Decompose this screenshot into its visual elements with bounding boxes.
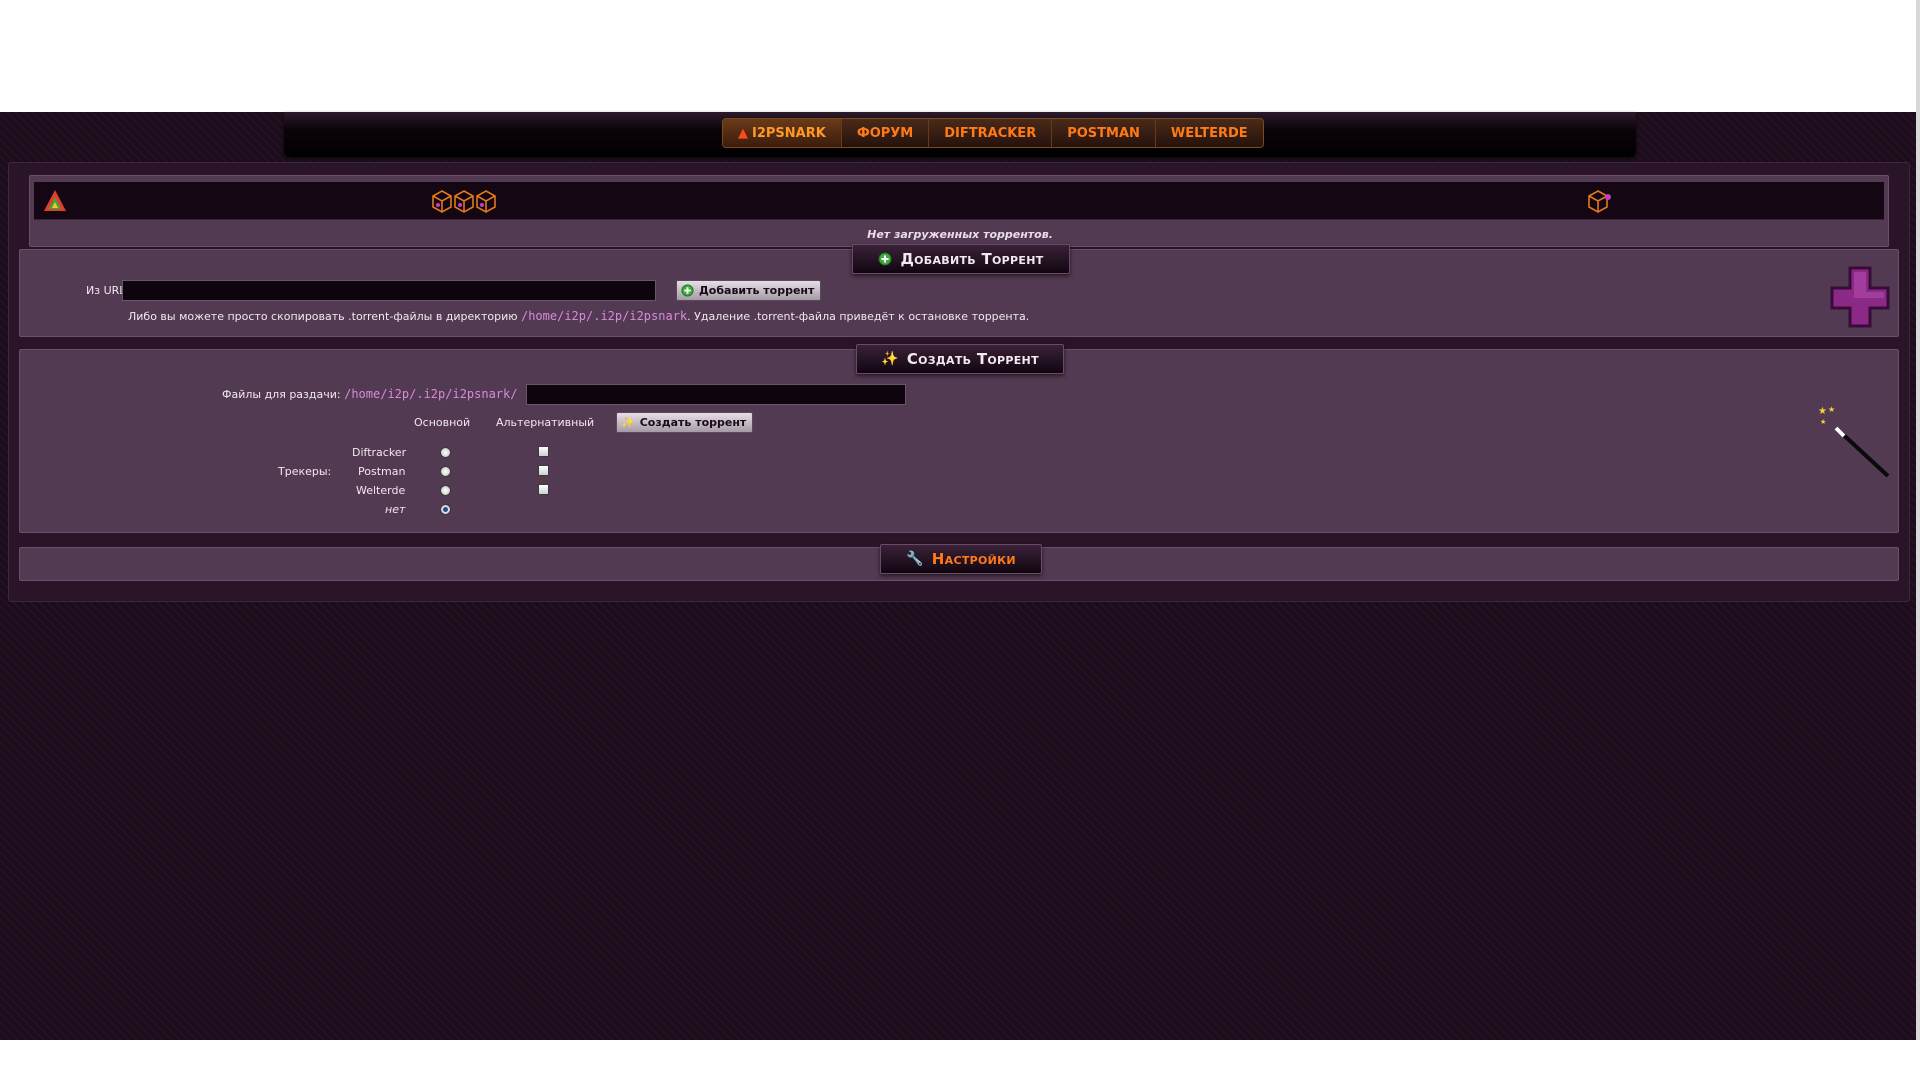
add-torrent-button-label: Добавить торрент [699,284,815,297]
hint-path: /home/i2p/.i2p/i2psnark [520,309,688,323]
cube-icon[interactable] [1586,188,1614,214]
files-label-group: Файлы для раздачи: /home/i2p/.i2p/i2psna… [222,387,517,401]
hint-text-after: . Удаление .torrent-файла приведёт к ост… [687,310,1030,323]
nav-item-label: DIFTRACKER [944,125,1037,141]
tracker-postman-alternative-checkbox[interactable] [538,465,549,476]
scrollbar[interactable] [1916,0,1920,1040]
add-green-icon [681,284,694,297]
tracker-postman-primary-radio[interactable] [440,466,451,477]
create-torrent-section: ✨ Создать Торрент Файлы для раздачи: /ho… [19,344,1899,533]
magic-wand-icon: ✨ [881,351,899,367]
magic-wand-icon: ✨ [621,416,635,429]
add-torrent-title: Добавить Торрент [900,250,1044,268]
app-page: ▲ I2PSNARK ФОРУМ DIFTRACKER POSTMAN WELT… [0,112,1916,1040]
files-path: /home/i2p/.i2p/i2psnark/ [344,387,518,401]
nav-item-forum[interactable]: ФОРУМ [842,119,930,147]
create-torrent-title: Создать Торрент [906,350,1039,368]
main-panel: Нет загруженных торрентов. Добавить Торр… [8,162,1910,602]
i2psnark-logo-icon: ▲ [738,125,748,141]
top-navbar: ▲ I2PSNARK ФОРУМ DIFTRACKER POSTMAN WELT… [284,112,1636,157]
tracker-name: нет [385,503,406,516]
magic-wand-icon: ★ ★ ★ [1818,405,1890,478]
nav-item-diftracker[interactable]: DIFTRACKER [929,119,1053,147]
create-torrent-button-label: Создать торрент [639,416,747,429]
col-primary-label: Основной [414,416,471,429]
nav-item-label: I2PSNARK [752,125,826,141]
tracker-name: Postman [358,465,406,478]
tracker-name: Diftracker [352,446,407,459]
add-torrent-button[interactable]: Добавить торрент [676,280,822,301]
wrench-icon: 🔧 [906,551,924,567]
svg-text:★: ★ [1820,418,1826,426]
settings-section: 🔧 Настройки [19,544,1899,581]
hint-text-before: Либо вы можете просто скопировать .torre… [128,310,518,323]
peers-cubes-icon[interactable] [432,188,496,214]
add-torrent-hint: Либо вы можете просто скопировать .torre… [128,309,1029,323]
settings-title: Настройки [931,550,1016,568]
nav-item-welterde[interactable]: WELTERDE [1156,119,1263,147]
add-green-icon [878,252,892,266]
add-torrent-header: Добавить Торрент [852,244,1070,274]
nav-menu: ▲ I2PSNARK ФОРУМ DIFTRACKER POSTMAN WELT… [722,118,1264,148]
trackers-label: Трекеры: [278,465,332,478]
big-plus-icon [1830,266,1890,328]
i2psnark-logo-icon [44,190,66,211]
nav-item-label: ФОРУМ [856,125,914,141]
tracker-diftracker-alternative-checkbox[interactable] [538,446,549,457]
tracker-none-primary-radio[interactable] [440,504,451,515]
create-torrent-header: ✨ Создать Торрент [856,344,1064,374]
nav-item-label: WELTERDE [1170,125,1248,141]
nav-item-postman[interactable]: POSTMAN [1052,119,1156,147]
torrent-list-section: Нет загруженных торрентов. [29,175,1889,247]
empty-torrents-message: Нет загруженных торрентов. [867,228,1053,241]
svg-text:★: ★ [1818,406,1827,417]
add-torrent-section: Добавить Торрент Из URL: Добавить торрен… [19,244,1899,337]
col-alternative-label: Альтернативный [496,416,595,429]
tracker-name: Welterde [356,484,406,497]
settings-header[interactable]: 🔧 Настройки [880,544,1042,574]
nav-item-label: POSTMAN [1067,125,1140,141]
svg-text:★: ★ [1828,405,1835,414]
create-torrent-button[interactable]: ✨ Создать торрент [616,412,754,433]
tracker-diftracker-primary-radio[interactable] [440,447,451,458]
nav-item-i2psnark[interactable]: ▲ I2PSNARK [723,119,842,147]
tracker-welterde-alternative-checkbox[interactable] [538,484,549,495]
torrent-list-header [34,182,1884,220]
files-input[interactable] [526,384,906,405]
url-input[interactable] [122,280,656,301]
tracker-welterde-primary-radio[interactable] [440,485,451,496]
files-label: Файлы для раздачи: [222,388,341,401]
